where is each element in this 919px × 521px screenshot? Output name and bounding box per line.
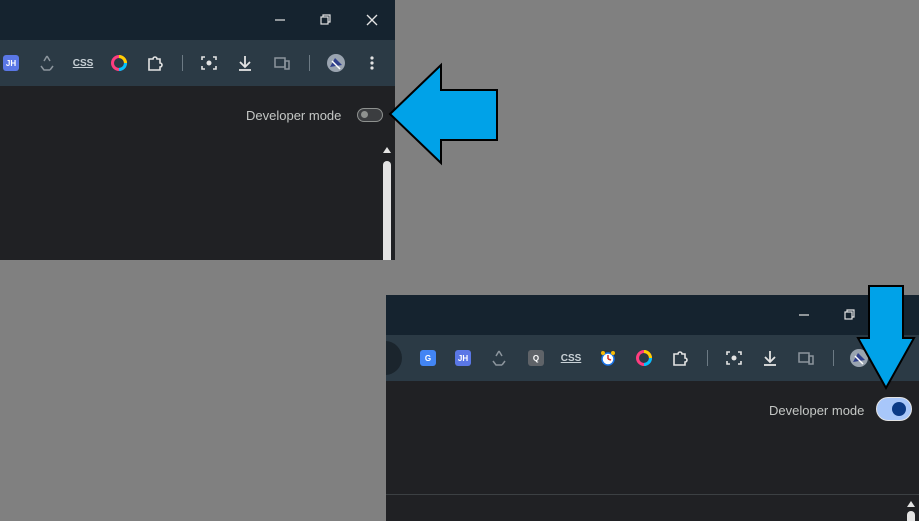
- jh-badge-icon[interactable]: JH: [0, 52, 22, 74]
- title-bar: [0, 0, 395, 40]
- avatar[interactable]: [325, 52, 347, 74]
- annotation-arrow-left: [388, 62, 498, 166]
- toggle-knob: [892, 402, 906, 416]
- puzzle-extensions-icon[interactable]: [144, 52, 166, 74]
- puzzle-extensions-icon[interactable]: [669, 347, 691, 369]
- q-badge-icon[interactable]: Q: [525, 347, 547, 369]
- css-icon-text: css: [72, 57, 94, 69]
- recycle-icon[interactable]: [488, 347, 510, 369]
- extensions-page: Developer mode: [386, 381, 919, 521]
- close-button[interactable]: [361, 9, 383, 31]
- translate-badge-text: G: [420, 350, 436, 366]
- developer-mode-toggle[interactable]: [877, 398, 911, 420]
- download-icon[interactable]: [234, 52, 256, 74]
- scrollbar-thumb[interactable]: [907, 511, 915, 521]
- toolbar-separator: [309, 55, 310, 71]
- jh-badge-icon[interactable]: JH: [452, 347, 474, 369]
- minimize-button[interactable]: [269, 9, 291, 31]
- alarm-icon[interactable]: [597, 347, 619, 369]
- toolbar-separator: [182, 55, 183, 71]
- scrollbar-thumb[interactable]: [383, 161, 391, 260]
- toolbar-separator: [833, 350, 834, 366]
- browser-window-top: JH css Developer mode: [0, 0, 395, 260]
- annotation-arrow-down: [856, 285, 916, 391]
- recycle-icon[interactable]: [36, 52, 58, 74]
- extensions-page: Developer mode: [0, 86, 395, 260]
- css-icon[interactable]: css: [560, 347, 582, 369]
- translate-icon[interactable]: G: [417, 347, 439, 369]
- toolbar: JH css: [0, 40, 395, 86]
- screenshot-icon[interactable]: [723, 347, 745, 369]
- toolbar-separator: [707, 350, 708, 366]
- developer-mode-label: Developer mode: [769, 403, 865, 418]
- color-ring-icon[interactable]: [633, 347, 655, 369]
- developer-mode-toggle[interactable]: [357, 108, 383, 122]
- devices-icon[interactable]: [795, 347, 817, 369]
- developer-mode-label: Developer mode: [246, 108, 342, 123]
- address-bar-edge[interactable]: [386, 341, 402, 375]
- css-icon-text: css: [560, 352, 582, 364]
- toolbar: G JH Q css: [386, 335, 919, 381]
- download-icon[interactable]: [759, 347, 781, 369]
- toggle-knob: [361, 111, 368, 118]
- divider: [386, 494, 919, 495]
- more-menu-icon[interactable]: [361, 52, 383, 74]
- color-ring-icon[interactable]: [108, 52, 130, 74]
- screenshot-icon[interactable]: [198, 52, 220, 74]
- browser-window-bottom: G JH Q css: [386, 295, 919, 521]
- q-badge-text: Q: [528, 350, 544, 366]
- css-icon[interactable]: css: [72, 52, 94, 74]
- restore-button[interactable]: [315, 9, 337, 31]
- jh-badge-text: JH: [455, 350, 471, 366]
- minimize-button[interactable]: [793, 304, 815, 326]
- scroll-up-arrow[interactable]: [907, 501, 915, 507]
- jh-badge-text: JH: [3, 55, 19, 71]
- devices-icon[interactable]: [271, 52, 293, 74]
- title-bar: [386, 295, 919, 335]
